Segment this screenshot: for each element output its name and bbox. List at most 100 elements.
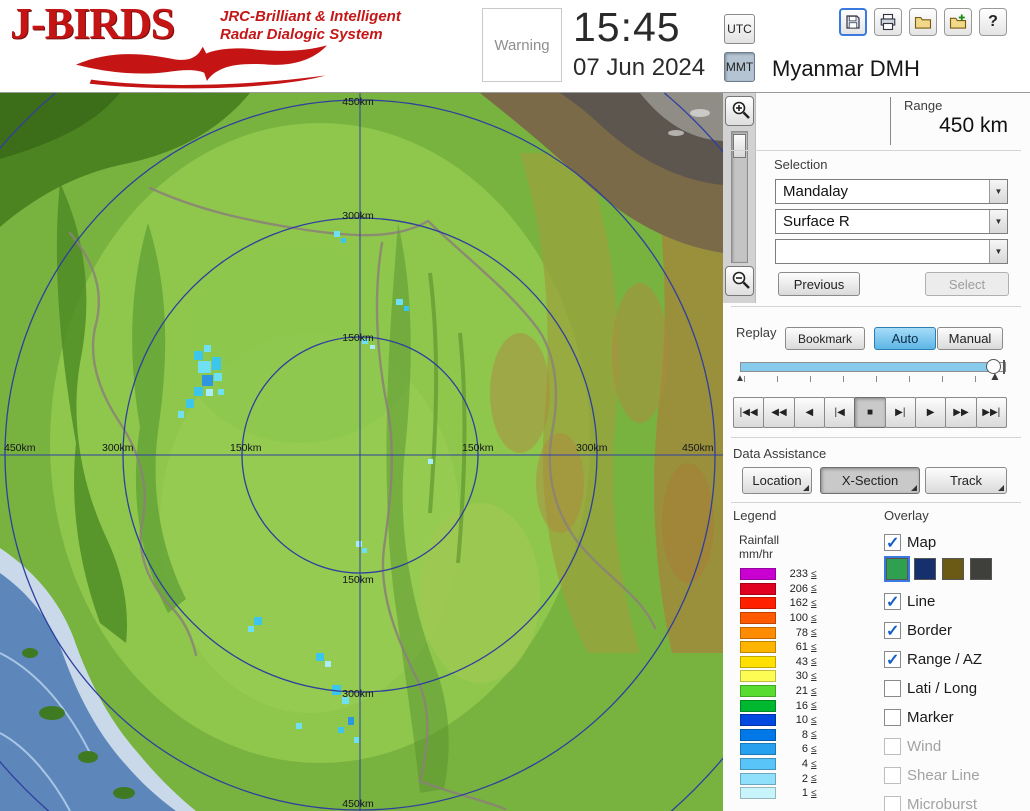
ring-label: 450km xyxy=(342,96,374,108)
ring-label: 300km xyxy=(342,210,374,222)
legend-unit-line1: Rainfall xyxy=(739,533,780,547)
skip-first-button[interactable]: |◀◀ xyxy=(733,397,765,428)
overlay-line-checkbox[interactable]: Line xyxy=(884,590,935,612)
product-dropdown[interactable]: Surface R ▼ xyxy=(775,209,1008,234)
legend-swatch xyxy=(740,758,776,771)
overlay-microburst-checkbox[interactable]: Microburst xyxy=(884,793,977,811)
ring-label: 450km xyxy=(4,442,36,454)
separator xyxy=(731,150,1021,151)
checkbox-icon xyxy=(884,533,901,553)
stop-button[interactable]: ■ xyxy=(854,397,886,428)
legend-row: 16 ≤ xyxy=(740,698,850,713)
warning-status: Warning xyxy=(482,8,562,82)
eagle-logo-icon xyxy=(75,45,327,89)
legend-swatch xyxy=(740,772,776,785)
checkbox-icon xyxy=(884,650,901,670)
legend-swatch xyxy=(740,626,776,639)
clock-time: 15:45 xyxy=(573,4,681,50)
legend-row: 43 ≤ xyxy=(740,655,850,670)
checkbox-icon xyxy=(884,708,901,726)
checkbox-icon xyxy=(884,592,901,612)
rewind-button[interactable]: ◀◀ xyxy=(763,397,795,428)
play-backward-button[interactable]: ◀ xyxy=(793,397,825,428)
utc-button[interactable]: UTC xyxy=(724,14,755,44)
step-back-button[interactable]: |◀ xyxy=(823,397,856,428)
export-icon xyxy=(949,14,967,29)
logo-subtitle-line1: JRC-Brilliant & Intelligent xyxy=(220,8,401,25)
x-section-button[interactable]: X-Section xyxy=(820,467,920,494)
play-button[interactable]: ▶ xyxy=(914,397,947,428)
overlay-range-az-checkbox[interactable]: Range / AZ xyxy=(884,648,982,670)
legend-swatch xyxy=(740,597,776,610)
logo: J-BIRDS JRC-Brilliant & Intelligent Rada… xyxy=(8,0,418,92)
replay-label: Replay xyxy=(736,325,777,340)
radar-map[interactable]: 450km 300km 150km 150km 300km 450km 450k… xyxy=(0,93,723,811)
ring-label: 150km xyxy=(342,332,374,344)
auto-button[interactable]: Auto xyxy=(874,327,936,350)
legend-scale: 233 ≤ 206 ≤ 162 ≤ 100 ≤ 78 ≤ 61 ≤ 43 ≤ 30 ≤ 21 ≤ … xyxy=(740,567,850,801)
skip-last-button[interactable]: ▶▶| xyxy=(975,397,1007,428)
ring-label: 150km xyxy=(462,442,494,454)
help-button[interactable]: ? xyxy=(979,8,1007,36)
separator xyxy=(731,306,1021,307)
save-icon xyxy=(846,15,860,29)
chevron-down-icon[interactable]: ▼ xyxy=(989,240,1007,263)
replay-timeline-slider[interactable] xyxy=(740,359,1006,374)
save-button[interactable] xyxy=(839,8,867,36)
legend-row: 100 ≤ xyxy=(740,611,850,626)
ring-label: 300km xyxy=(102,442,134,454)
track-button[interactable]: Track xyxy=(925,467,1007,494)
logo-subtitle: JRC-Brilliant & Intelligent Radar Dialog… xyxy=(220,8,401,44)
legend-swatch xyxy=(740,714,776,727)
select-button[interactable]: Select xyxy=(925,272,1009,296)
legend-row: 4 ≤ xyxy=(740,757,850,772)
step-forward-button[interactable]: ▶| xyxy=(884,397,916,428)
open-folder-button[interactable] xyxy=(909,8,937,36)
overlay-map-checkbox[interactable]: Map xyxy=(884,531,936,553)
map-style-olive[interactable] xyxy=(942,558,964,580)
logo-subtitle-line2: Radar Dialogic System xyxy=(220,26,383,43)
map-style-gray[interactable] xyxy=(970,558,992,580)
overlay-border-checkbox[interactable]: Border xyxy=(884,619,952,641)
print-button[interactable] xyxy=(874,8,902,36)
station-name: Myanmar DMH xyxy=(772,56,920,81)
chevron-down-icon[interactable]: ▼ xyxy=(989,210,1007,233)
overlay-marker-checkbox[interactable]: Marker xyxy=(884,706,954,728)
zoom-out-button[interactable] xyxy=(725,266,754,296)
overlay-shear-line-checkbox[interactable]: Shear Line xyxy=(884,764,980,786)
fast-forward-button[interactable]: ▶▶ xyxy=(945,397,977,428)
manual-button[interactable]: Manual xyxy=(937,327,1003,350)
data-assistance-label: Data Assistance xyxy=(733,446,827,461)
chevron-down-icon[interactable]: ▼ xyxy=(989,180,1007,203)
legend-row: 206 ≤ xyxy=(740,582,850,597)
legend-row: 2 ≤ xyxy=(740,771,850,786)
legend-row: 61 ≤ xyxy=(740,640,850,655)
zoom-in-button[interactable] xyxy=(725,96,754,126)
checkbox-icon xyxy=(884,795,901,811)
previous-button[interactable]: Previous xyxy=(778,272,860,296)
legend-unit-line2: mm/hr xyxy=(739,547,773,561)
timeline-ticks xyxy=(744,376,996,382)
location-button[interactable]: Location xyxy=(742,467,812,494)
zoom-slider-thumb[interactable] xyxy=(733,134,746,158)
legend-row: 1 ≤ xyxy=(740,786,850,801)
map-style-green[interactable] xyxy=(884,556,910,582)
site-dropdown[interactable]: Mandalay ▼ xyxy=(775,179,1008,204)
map-style-navy[interactable] xyxy=(914,558,936,580)
range-value: 450 km xyxy=(939,114,1008,137)
overlay-lati-long-checkbox[interactable]: Lati / Long xyxy=(884,677,977,699)
mmt-button[interactable]: MMT xyxy=(724,52,755,82)
overlay-wind-checkbox[interactable]: Wind xyxy=(884,735,941,757)
checkbox-icon xyxy=(884,621,901,641)
extra-dropdown[interactable]: ▼ xyxy=(775,239,1008,264)
checkbox-icon xyxy=(884,737,901,755)
legend-label: Legend xyxy=(733,508,777,523)
zoom-in-icon xyxy=(732,101,750,119)
ring-label: 450km xyxy=(342,798,374,810)
legend-swatch xyxy=(740,582,776,595)
ring-label: 300km xyxy=(342,688,374,700)
control-panel: Range 450 km Selection Mandalay ▼ Surfac… xyxy=(723,93,1030,811)
bookmark-button[interactable]: Bookmark xyxy=(785,327,865,350)
legend-swatch xyxy=(740,568,776,581)
export-button[interactable] xyxy=(944,8,972,36)
